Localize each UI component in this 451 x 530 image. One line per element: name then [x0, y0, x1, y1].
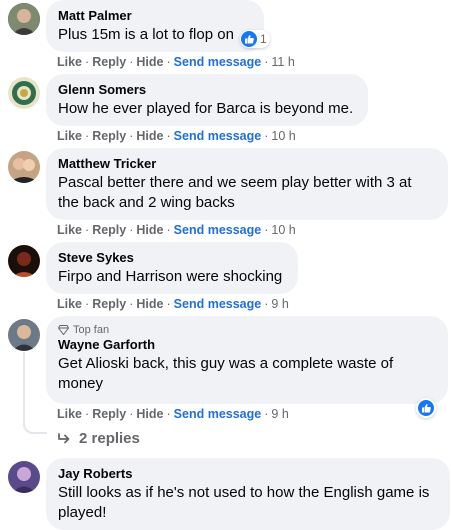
timestamp[interactable]: 10 h	[271, 129, 295, 143]
send-message-link[interactable]: Send message	[174, 55, 262, 69]
comment-actions: Like · Reply · Hide · Send message · 9 h	[57, 407, 289, 421]
avatar[interactable]	[8, 319, 40, 351]
comment-bubble: Steve Sykes Firpo and Harrison were shoc…	[46, 242, 298, 294]
avatar[interactable]	[8, 461, 40, 493]
top-fan-badge: Top fan	[58, 323, 436, 337]
comment-actions: Like · Reply · Hide · Send message · 10 h	[57, 129, 296, 143]
like-link[interactable]: Like	[57, 129, 82, 143]
timestamp[interactable]: 11 h	[271, 55, 294, 69]
avatar[interactable]	[8, 245, 40, 277]
view-replies-button[interactable]: 2 replies	[57, 430, 140, 447]
comment-text-line-2: the back and 2 wing backs	[58, 194, 235, 211]
avatar[interactable]	[8, 151, 40, 183]
send-message-link[interactable]: Send message	[174, 297, 262, 311]
comment-bubble: Matt Palmer Plus 15m is a lot to flop on	[46, 0, 264, 52]
comment-actions: Like · Reply · Hide · Send message · 11 h	[57, 55, 295, 69]
comment-author[interactable]: Steve Sykes	[58, 250, 286, 266]
reaction-count[interactable]: 1	[240, 30, 270, 48]
reply-arrow-icon	[58, 432, 70, 443]
comment-author[interactable]: Wayne Garforth	[58, 337, 436, 353]
hide-link[interactable]: Hide	[136, 223, 163, 237]
reply-thread-line	[23, 352, 47, 434]
reply-link[interactable]: Reply	[92, 223, 126, 237]
diamond-icon	[58, 325, 69, 335]
comment-text-line-2: money	[58, 375, 104, 392]
comment-bubble: Jay Roberts Still looks as if he's not u…	[46, 458, 450, 530]
hide-link[interactable]: Hide	[136, 129, 163, 143]
comment-text: Firpo and Harrison were shocking	[58, 268, 283, 285]
comment-text-line-1: Pascal better there and we seem play bet…	[58, 174, 412, 191]
comment-bubble: Top fan Wayne Garforth Get Alioski back,…	[46, 316, 448, 404]
timestamp[interactable]: 9 h	[271, 297, 288, 311]
like-icon	[241, 31, 257, 47]
send-message-link[interactable]: Send message	[174, 223, 262, 237]
comment-text: How he ever played for Barca is beyond m…	[58, 100, 354, 117]
hide-link[interactable]: Hide	[136, 55, 163, 69]
reply-link[interactable]: Reply	[92, 129, 126, 143]
send-message-link[interactable]: Send message	[174, 129, 262, 143]
comment-bubble: Glenn Somers How he ever played for Barc…	[46, 74, 368, 126]
hide-link[interactable]: Hide	[136, 297, 163, 311]
send-message-link[interactable]: Send message	[174, 407, 262, 421]
like-icon	[418, 400, 434, 416]
comment-author[interactable]: Matt Palmer	[58, 8, 252, 24]
reaction-like[interactable]	[416, 398, 436, 418]
comment-bubble: Matthew Tricker Pascal better there and …	[46, 148, 448, 220]
like-link[interactable]: Like	[57, 297, 82, 311]
comment-author[interactable]: Matthew Tricker	[58, 156, 436, 172]
hide-link[interactable]: Hide	[136, 407, 163, 421]
comment-text-line-1: Still looks as if he's not used to how t…	[58, 484, 430, 501]
comment-actions: Like · Reply · Hide · Send message · 9 h	[57, 297, 289, 311]
timestamp[interactable]: 10 h	[271, 223, 295, 237]
comment-text-line-1: Get Alioski back, this guy was a complet…	[58, 355, 394, 372]
comment-text: Plus 15m is a lot to flop on	[58, 26, 234, 43]
reply-link[interactable]: Reply	[92, 55, 126, 69]
comment-text-line-2: played!	[58, 504, 107, 521]
like-link[interactable]: Like	[57, 55, 82, 69]
like-link[interactable]: Like	[57, 407, 82, 421]
reply-link[interactable]: Reply	[92, 407, 126, 421]
timestamp[interactable]: 9 h	[271, 407, 288, 421]
like-link[interactable]: Like	[57, 223, 82, 237]
avatar[interactable]	[8, 3, 40, 35]
avatar[interactable]	[8, 77, 40, 109]
reply-link[interactable]: Reply	[92, 297, 126, 311]
comment-author[interactable]: Glenn Somers	[58, 82, 356, 98]
comment-actions: Like · Reply · Hide · Send message · 10 h	[57, 223, 296, 237]
comment-author[interactable]: Jay Roberts	[58, 466, 438, 482]
